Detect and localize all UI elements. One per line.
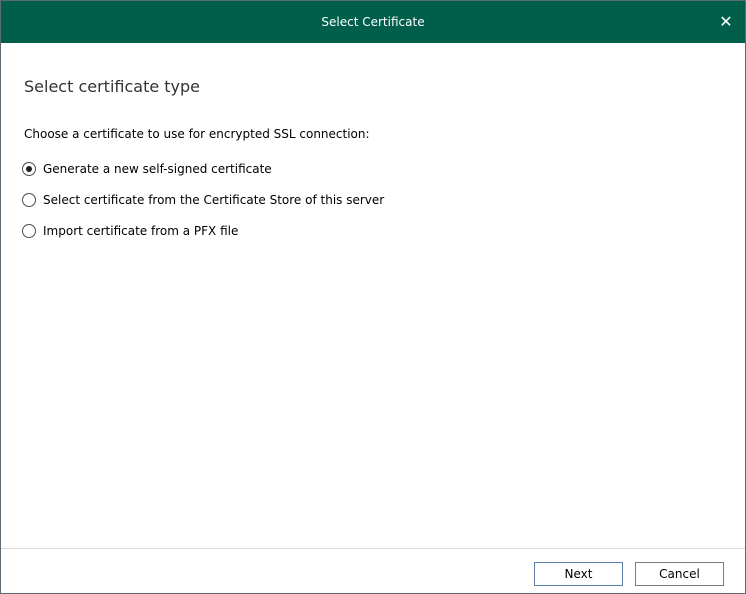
radio-button-icon[interactable] (22, 162, 36, 176)
close-icon[interactable]: ✕ (713, 9, 739, 35)
option-generate-self-signed[interactable]: Generate a new self-signed certificate (22, 159, 384, 179)
radio-button-icon[interactable] (22, 193, 36, 207)
instruction-text: Choose a certificate to use for encrypte… (24, 127, 370, 141)
radio-button-icon[interactable] (22, 224, 36, 238)
page-heading: Select certificate type (24, 77, 201, 96)
option-import-pfx[interactable]: Import certificate from a PFX file (22, 221, 384, 241)
title-bar: Select Certificate ✕ (1, 1, 745, 43)
select-certificate-dialog: Select Certificate ✕ Select certificate … (0, 0, 746, 594)
certificate-type-options: Generate a new self-signed certificate S… (22, 159, 384, 252)
option-label: Generate a new self-signed certificate (43, 162, 272, 176)
next-button[interactable]: Next (534, 562, 623, 586)
cancel-button[interactable]: Cancel (635, 562, 724, 586)
option-label: Import certificate from a PFX file (43, 224, 239, 238)
dialog-title: Select Certificate (321, 15, 425, 29)
option-label: Select certificate from the Certificate … (43, 193, 385, 207)
footer-divider (1, 548, 745, 549)
option-certificate-store[interactable]: Select certificate from the Certificate … (22, 190, 384, 210)
